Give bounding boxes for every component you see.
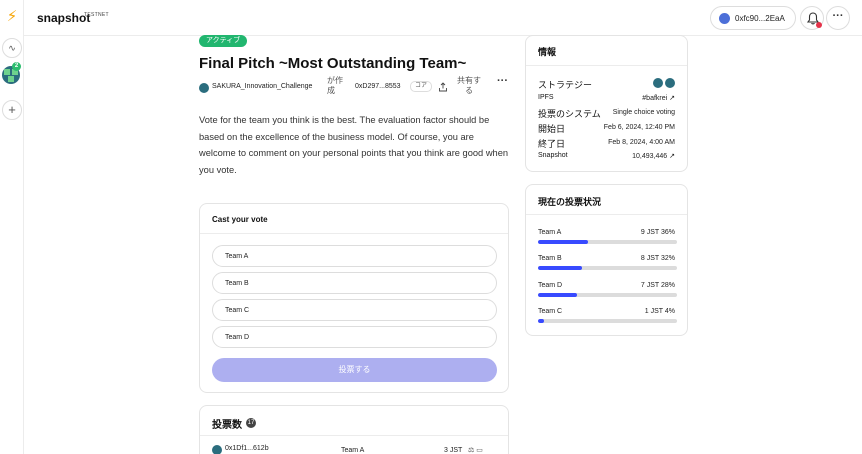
end-date-value: Feb 8, 2024, 4:00 AM [608, 139, 675, 146]
snapshot-label: Snapshot [538, 152, 568, 159]
notification-dot [816, 22, 822, 28]
result-value: 9 JST 36% [640, 229, 675, 236]
start-date-value: Feb 6, 2024, 12:40 PM [603, 124, 675, 131]
choice-team-d[interactable]: Team D [212, 326, 497, 348]
result-bar-track [538, 319, 677, 323]
wallet-button[interactable]: 0xfc90...2EaA [710, 6, 796, 30]
results-card: 現在の投票状況 Team A 9 JST 36% Team B 8 JST 32… [525, 184, 688, 336]
space-avatar-icon [199, 83, 209, 93]
vote-choice: Team A [341, 447, 365, 454]
result-value: 8 JST 32% [640, 255, 675, 262]
choice-team-b[interactable]: Team B [212, 272, 497, 294]
status-badge: アクティブ [199, 35, 248, 47]
result-name: Team D [538, 282, 563, 289]
result-bar-track [538, 240, 677, 244]
brand-tag: TESTNET [84, 12, 109, 18]
proposal-more-icon[interactable]: ··· [497, 75, 508, 87]
info-card: 情報 ストラテジー IPFS #bafkrei ↗ 投票のシステム Single… [525, 35, 688, 172]
votes-card: 投票数 17 0x1Df1...612b Team A 3 JST ⚖ ▭ [199, 405, 509, 454]
votes-title: 投票数 [212, 420, 242, 431]
result-bar-fill [538, 293, 577, 297]
choice-label: Team C [225, 307, 250, 314]
voting-system-value: Single choice voting [612, 109, 675, 116]
share-icon[interactable] [438, 82, 448, 92]
choice-label: Team D [225, 334, 250, 341]
created-by-label: が作成 [327, 76, 343, 95]
result-name: Team A [538, 229, 562, 236]
start-date-label: 開始日 [538, 124, 566, 134]
topbar: snapshot TESTNET 0xfc90...2EaA ··· [24, 0, 862, 36]
cast-vote-title: Cast your vote [212, 215, 268, 224]
vote-button[interactable]: 投票する [212, 358, 497, 382]
proposal-body: Vote for the team you think is the best.… [199, 115, 509, 175]
strategy-icons[interactable] [653, 78, 675, 88]
result-bar-fill [538, 240, 589, 244]
core-badge: コア [410, 81, 433, 92]
result-name: Team C [538, 308, 563, 315]
author-address[interactable]: 0xD297...8553 [355, 83, 401, 90]
result-bar-track [538, 266, 677, 270]
space-badge: 2 [12, 62, 21, 71]
proposal-title: Final Pitch ~Most Outstanding Team~ [199, 55, 467, 72]
end-date-label: 終了日 [538, 139, 566, 149]
vote-receipt-icon[interactable]: ⚖ ▭ [468, 446, 483, 454]
voting-system-label: 投票のシステム [538, 109, 601, 119]
choice-label: Team B [225, 280, 249, 287]
vote-amount: 3 JST [444, 447, 463, 454]
brand-name[interactable]: snapshot [37, 11, 90, 25]
ipfs-label: IPFS [538, 94, 554, 101]
result-value: 1 JST 4% [644, 308, 675, 315]
voter-address[interactable]: 0x1Df1...612b [225, 445, 269, 452]
result-bar-track [538, 293, 677, 297]
notifications-button[interactable] [800, 6, 824, 30]
strategy-label: ストラテジー [538, 80, 593, 90]
activity-icon[interactable]: ∿ [2, 38, 22, 58]
lightning-logo-icon[interactable]: ⚡ [4, 9, 20, 25]
wallet-avatar-icon [719, 13, 730, 24]
result-bar-fill [538, 266, 583, 270]
result-value: 7 JST 28% [640, 282, 675, 289]
voter-avatar-icon [212, 445, 222, 454]
choice-label: Team A [225, 253, 249, 260]
ipfs-link[interactable]: #bafkrei ↗ [642, 94, 675, 102]
choice-team-c[interactable]: Team C [212, 299, 497, 321]
info-title: 情報 [538, 47, 557, 57]
snapshot-link[interactable]: 10,493,446 ↗ [632, 152, 675, 160]
left-rail: ⚡ ∿ 2 + [0, 0, 24, 454]
choice-team-a[interactable]: Team A [212, 245, 497, 267]
wallet-address: 0xfc90...2EaA [735, 14, 785, 23]
votes-count-badge: 17 [246, 418, 256, 428]
add-space-button[interactable]: + [2, 100, 22, 120]
space-link[interactable]: SAKURA_Innovation_Challenge [212, 83, 312, 90]
more-menu-button[interactable]: ··· [826, 6, 850, 30]
results-title: 現在の投票状況 [538, 197, 602, 207]
cast-vote-card: Cast your vote Team A Team B Team C Team… [199, 203, 509, 393]
result-bar-fill [538, 319, 544, 323]
share-button[interactable]: 共有する [455, 76, 483, 96]
result-name: Team B [538, 255, 562, 262]
